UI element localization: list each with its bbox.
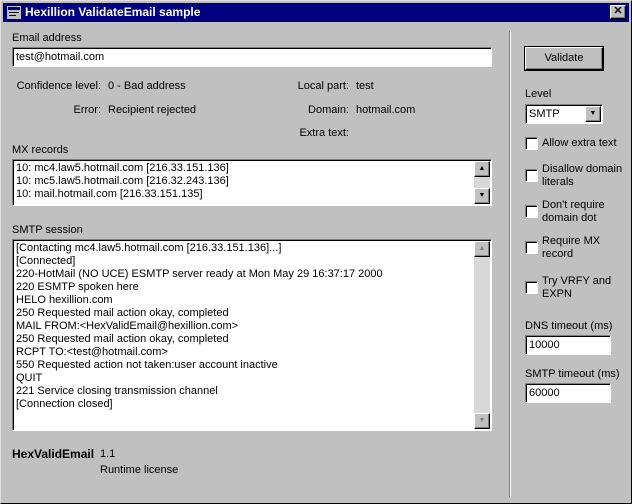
list-item[interactable]: 10: mail.hotmail.com [216.33.151.135] [16, 188, 229, 201]
try-vrfy-label-line1: Try VRFY and [542, 275, 612, 287]
arrow-down-icon: ▼ [478, 192, 486, 199]
list-item: [Connected] [16, 255, 76, 267]
list-item: 220-HotMail (NO UCE) ESMTP server ready … [16, 268, 383, 280]
try-vrfy-label-line2: EXPN [542, 288, 572, 300]
scroll-down-button[interactable]: ▼ [474, 413, 490, 429]
list-item: 221 Service closing transmission channel [16, 385, 218, 397]
email-input-value: test@hotmail.com [16, 51, 105, 63]
allow-extra-text-label: Allow extra text [542, 137, 617, 149]
scroll-up-button[interactable]: ▲ [474, 161, 490, 177]
level-label: Level [525, 88, 552, 100]
scroll-up-button[interactable]: ▲ [474, 241, 490, 257]
require-mx-label-line1: Require MX [542, 235, 601, 247]
list-item: QUIT [16, 372, 43, 384]
smtp-scrollbar[interactable]: ▲ ▼ [474, 241, 490, 429]
app-icon [7, 6, 21, 19]
panel-divider [509, 31, 511, 497]
level-select[interactable]: SMTP ▼ [525, 104, 603, 124]
dns-timeout-label: DNS timeout (ms) [525, 320, 613, 332]
smtp-timeout-input[interactable]: 60000 [525, 383, 611, 403]
list-item[interactable]: 10: mc4.law5.hotmail.com [216.33.151.136… [16, 162, 229, 175]
require-mx-label-line2: record [542, 248, 574, 260]
list-item: [Contacting mc4.law5.hotmail.com [216.33… [16, 242, 282, 254]
level-selected-value: SMTP [529, 108, 560, 120]
local-part-label: Local part: [297, 80, 349, 92]
list-item: 220 ESMTP spoken here [16, 281, 139, 293]
arrow-down-icon: ▼ [478, 417, 486, 424]
smtp-timeout-label: SMTP timeout (ms) [525, 368, 620, 380]
mx-scrollbar[interactable]: ▲ ▼ [474, 161, 490, 204]
dns-timeout-input[interactable]: 10000 [525, 335, 611, 355]
error-value: Recipient rejected [108, 104, 197, 116]
window-title: Hexillion ValidateEmail sample [25, 5, 201, 19]
list-item: 250 Requested mail action okay, complete… [16, 307, 229, 319]
license-text: Runtime license [100, 464, 179, 476]
arrow-up-icon: ▲ [478, 245, 486, 252]
close-button[interactable]: ✕ [610, 5, 626, 19]
validate-button[interactable]: Validate [524, 46, 604, 71]
smtp-label: SMTP session [12, 224, 83, 236]
dropdown-button[interactable]: ▼ [585, 106, 601, 122]
smtp-lines: [Contacting mc4.law5.hotmail.com [216.33… [16, 242, 383, 411]
extra-text-label: Extra text: [299, 127, 349, 139]
email-input[interactable]: test@hotmail.com [12, 47, 492, 67]
local-part-value: test [356, 80, 374, 92]
smtp-session-text[interactable]: [Contacting mc4.law5.hotmail.com [216.33… [12, 239, 492, 431]
product-name: HexValidEmail [12, 447, 95, 461]
list-item: 550 Requested action not taken:user acco… [16, 359, 278, 371]
mx-list-items: 10: mc4.law5.hotmail.com [216.33.151.136… [16, 162, 229, 201]
smtp-timeout-value: 60000 [529, 387, 560, 399]
arrow-up-icon: ▲ [478, 165, 486, 172]
no-domain-dot-label-line2: domain dot [542, 212, 597, 224]
product-version: 1.1 [100, 448, 116, 460]
no-domain-dot-checkbox[interactable] [525, 205, 538, 218]
allow-extra-text-checkbox[interactable] [525, 137, 538, 150]
confidence-label: Confidence level: [16, 80, 101, 92]
list-item: HELO hexillion.com [16, 294, 113, 306]
disallow-domain-literals-label-line1: Disallow domain [542, 163, 623, 175]
list-item: [Connection closed] [16, 398, 113, 410]
email-label: Email address [12, 32, 82, 44]
scroll-down-button[interactable]: ▼ [474, 188, 490, 204]
list-item: 250 Requested mail action okay, complete… [16, 333, 229, 345]
main-window: Hexillion ValidateEmail sample ✕ Email a… [0, 0, 632, 504]
list-item: RCPT TO:<test@hotmail.com> [16, 346, 168, 358]
list-item[interactable]: 10: mc5.law5.hotmail.com [216.32.243.136… [16, 175, 229, 188]
try-vrfy-checkbox[interactable] [525, 281, 538, 294]
mx-list[interactable]: 10: mc4.law5.hotmail.com [216.33.151.136… [12, 159, 492, 206]
no-domain-dot-label-line1: Don't require [542, 199, 605, 211]
require-mx-checkbox[interactable] [525, 241, 538, 254]
title-bar[interactable]: Hexillion ValidateEmail sample ✕ [3, 3, 629, 22]
domain-label: Domain: [308, 104, 349, 116]
chevron-down-icon: ▼ [589, 110, 597, 117]
close-icon: ✕ [613, 5, 623, 17]
dns-timeout-value: 10000 [529, 339, 560, 351]
domain-value: hotmail.com [356, 104, 416, 116]
disallow-domain-literals-checkbox[interactable] [525, 169, 538, 182]
disallow-domain-literals-label-line2: literals [542, 176, 574, 188]
confidence-value: 0 - Bad address [108, 80, 186, 92]
list-item: MAIL FROM:<HexValidEmail@hexillion.com> [16, 320, 239, 332]
error-label: Error: [73, 104, 102, 116]
mx-label: MX records [12, 144, 69, 156]
